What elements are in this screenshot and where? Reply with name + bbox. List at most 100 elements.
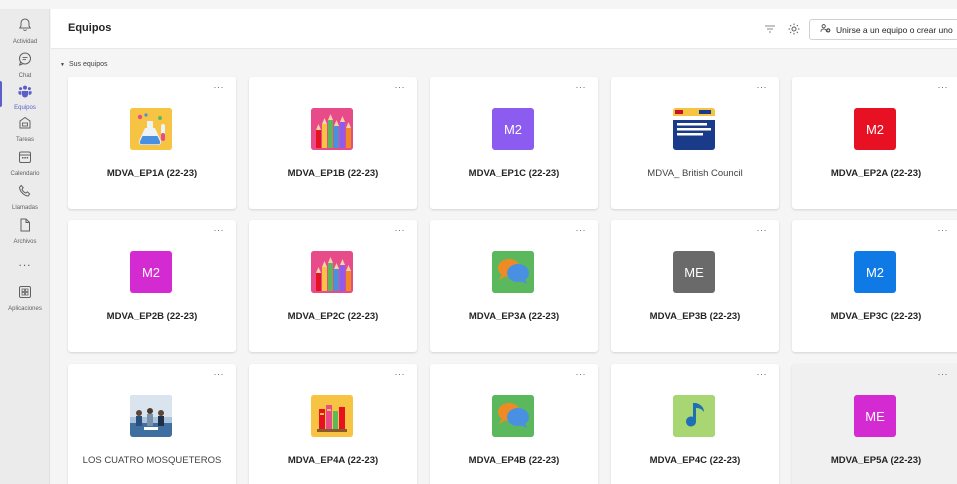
more-options-button[interactable]: ···	[757, 369, 768, 379]
rail-item-chat[interactable]: Chat	[0, 51, 50, 79]
rail-label: Equipos	[14, 105, 36, 111]
team-name: MDVA_EP1B (22-23)	[287, 168, 379, 179]
team-name: MDVA_EP1C (22-23)	[468, 168, 560, 179]
team-name: MDVA_EP4B (22-23)	[468, 455, 560, 466]
team-name: MDVA_EP2A (22-23)	[830, 168, 922, 179]
section-label: Sus equipos	[68, 61, 108, 68]
page-title: Equipos	[68, 22, 112, 34]
team-avatar: M2	[492, 108, 534, 150]
team-name: MDVA_EP2B (22-23)	[106, 311, 198, 322]
gear-icon[interactable]	[787, 22, 801, 36]
team-name: MDVA_EP3C (22-23)	[830, 311, 922, 322]
teams-icon	[17, 83, 33, 104]
more-options-button[interactable]: ···	[395, 82, 406, 92]
more-options-button[interactable]: ···	[757, 82, 768, 92]
team-name: MDVA_ British Council	[647, 168, 743, 179]
filter-icon[interactable]	[763, 22, 777, 36]
team-avatar-initials: M2	[503, 121, 523, 137]
music-note-icon	[673, 395, 715, 437]
team-card[interactable]: ··· MDVA_EP1B (22-23)	[249, 77, 417, 209]
team-name: MDVA_EP4A (22-23)	[287, 455, 379, 466]
team-name: LOS CUATRO MOSQUETEROS	[82, 455, 222, 466]
team-card[interactable]: ··· ME MDVA_EP3B (22-23)	[611, 220, 779, 352]
join-button-label: Unirse a un equipo o crear uno	[836, 24, 953, 35]
more-apps-button[interactable]: ...	[0, 255, 50, 269]
more-options-button[interactable]: ···	[395, 369, 406, 379]
window-top-strip	[0, 0, 957, 9]
rail-item-calendario[interactable]: Calendario	[0, 149, 50, 177]
bell-icon	[17, 17, 33, 38]
rail-label: Llamadas	[11, 205, 38, 211]
rail-item-archivos[interactable]: Archivos	[0, 217, 50, 245]
teams-main: Equipos Unirse a un equipo o crear uno ▼…	[51, 9, 957, 484]
team-card[interactable]: ··· M2 MDVA_EP2A (22-23)	[792, 77, 957, 209]
caret-down-icon: ▼	[60, 61, 65, 68]
rail-item-aplicaciones[interactable]: Aplicaciones	[0, 284, 50, 312]
more-options-button[interactable]: ···	[938, 369, 949, 379]
team-card[interactable]: ··· MDVA_EP4C (22-23)	[611, 364, 779, 484]
rail-label: Archivos	[13, 239, 37, 245]
more-options-button[interactable]: ···	[214, 369, 225, 379]
colored-pencils-icon	[311, 251, 353, 293]
team-avatar-initials: ME	[684, 264, 704, 280]
more-options-button[interactable]: ···	[938, 82, 949, 92]
team-card[interactable]: ··· MDVA_EP3A (22-23)	[430, 220, 598, 352]
section-toggle-sus-equipos[interactable]: ▼ Sus equipos	[60, 61, 107, 68]
team-card[interactable]: ··· MDVA_EP4A (22-23)	[249, 364, 417, 484]
people-add-icon	[820, 23, 836, 36]
team-card[interactable]: ··· LOS CUATRO MOSQUETEROS	[68, 364, 236, 484]
apps-icon	[17, 284, 33, 305]
team-card[interactable]: ··· ME MDVA_EP5A (22-23)	[792, 364, 957, 484]
team-avatar: M2	[854, 108, 896, 150]
team-card[interactable]: ··· MDVA_ British Council	[611, 77, 779, 209]
bilingual-school-logo-icon	[673, 108, 715, 150]
rail-label: Aplicaciones	[8, 306, 42, 312]
team-avatar: M2	[130, 251, 172, 293]
more-options-button[interactable]: ···	[576, 82, 587, 92]
rail-item-llamadas[interactable]: Llamadas	[0, 183, 50, 211]
rail-item-actividad[interactable]: Actividad	[0, 17, 50, 45]
team-avatar: M2	[854, 251, 896, 293]
teams-header: Equipos Unirse a un equipo o crear uno	[51, 9, 957, 49]
join-or-create-team-button[interactable]: Unirse a un equipo o crear uno	[809, 19, 957, 40]
team-name: MDVA_EP3B (22-23)	[649, 311, 741, 322]
team-name: MDVA_EP3A (22-23)	[468, 311, 560, 322]
more-options-button[interactable]: ···	[576, 225, 587, 235]
team-card[interactable]: ··· M2 MDVA_EP3C (22-23)	[792, 220, 957, 352]
rail-item-equipos[interactable]: Equipos	[0, 81, 50, 111]
calendar-icon	[17, 149, 33, 170]
team-name: MDVA_EP5A (22-23)	[830, 455, 922, 466]
team-card[interactable]: ··· MDVA_EP2C (22-23)	[249, 220, 417, 352]
rail-label: Calendario	[10, 171, 40, 177]
science-flask-icon	[130, 108, 172, 150]
team-avatar-initials: M2	[865, 264, 885, 280]
rail-label: Tareas	[15, 137, 34, 143]
team-avatar-initials: ME	[865, 408, 885, 424]
team-avatar: ME	[854, 395, 896, 437]
more-options-button[interactable]: ···	[395, 225, 406, 235]
team-card[interactable]: ··· M2 MDVA_EP2B (22-23)	[68, 220, 236, 352]
team-avatar-initials: M2	[865, 121, 885, 137]
more-options-button[interactable]: ···	[214, 82, 225, 92]
colored-pencils-icon	[311, 108, 353, 150]
team-card[interactable]: ··· MDVA_EP4B (22-23)	[430, 364, 598, 484]
file-icon	[17, 217, 33, 238]
rail-label: Actividad	[12, 39, 38, 45]
speech-bubbles-icon	[492, 395, 534, 437]
classroom-photo-icon	[130, 395, 172, 437]
more-options-button[interactable]: ···	[576, 369, 587, 379]
rail-item-tareas[interactable]: Tareas	[0, 115, 50, 143]
books-icon	[311, 395, 353, 437]
rail-label: Chat	[18, 73, 32, 79]
team-card[interactable]: ··· MDVA_EP1A (22-23)	[68, 77, 236, 209]
team-card[interactable]: ··· M2 MDVA_EP1C (22-23)	[430, 77, 598, 209]
assignments-icon	[17, 115, 33, 136]
more-options-button[interactable]: ···	[214, 225, 225, 235]
team-avatar-initials: M2	[141, 264, 161, 280]
phone-icon	[17, 183, 33, 204]
more-options-button[interactable]: ···	[757, 225, 768, 235]
more-options-button[interactable]: ···	[938, 225, 949, 235]
speech-bubbles-icon	[492, 251, 534, 293]
team-name: MDVA_EP4C (22-23)	[649, 455, 741, 466]
team-name: MDVA_EP1A (22-23)	[106, 168, 198, 179]
